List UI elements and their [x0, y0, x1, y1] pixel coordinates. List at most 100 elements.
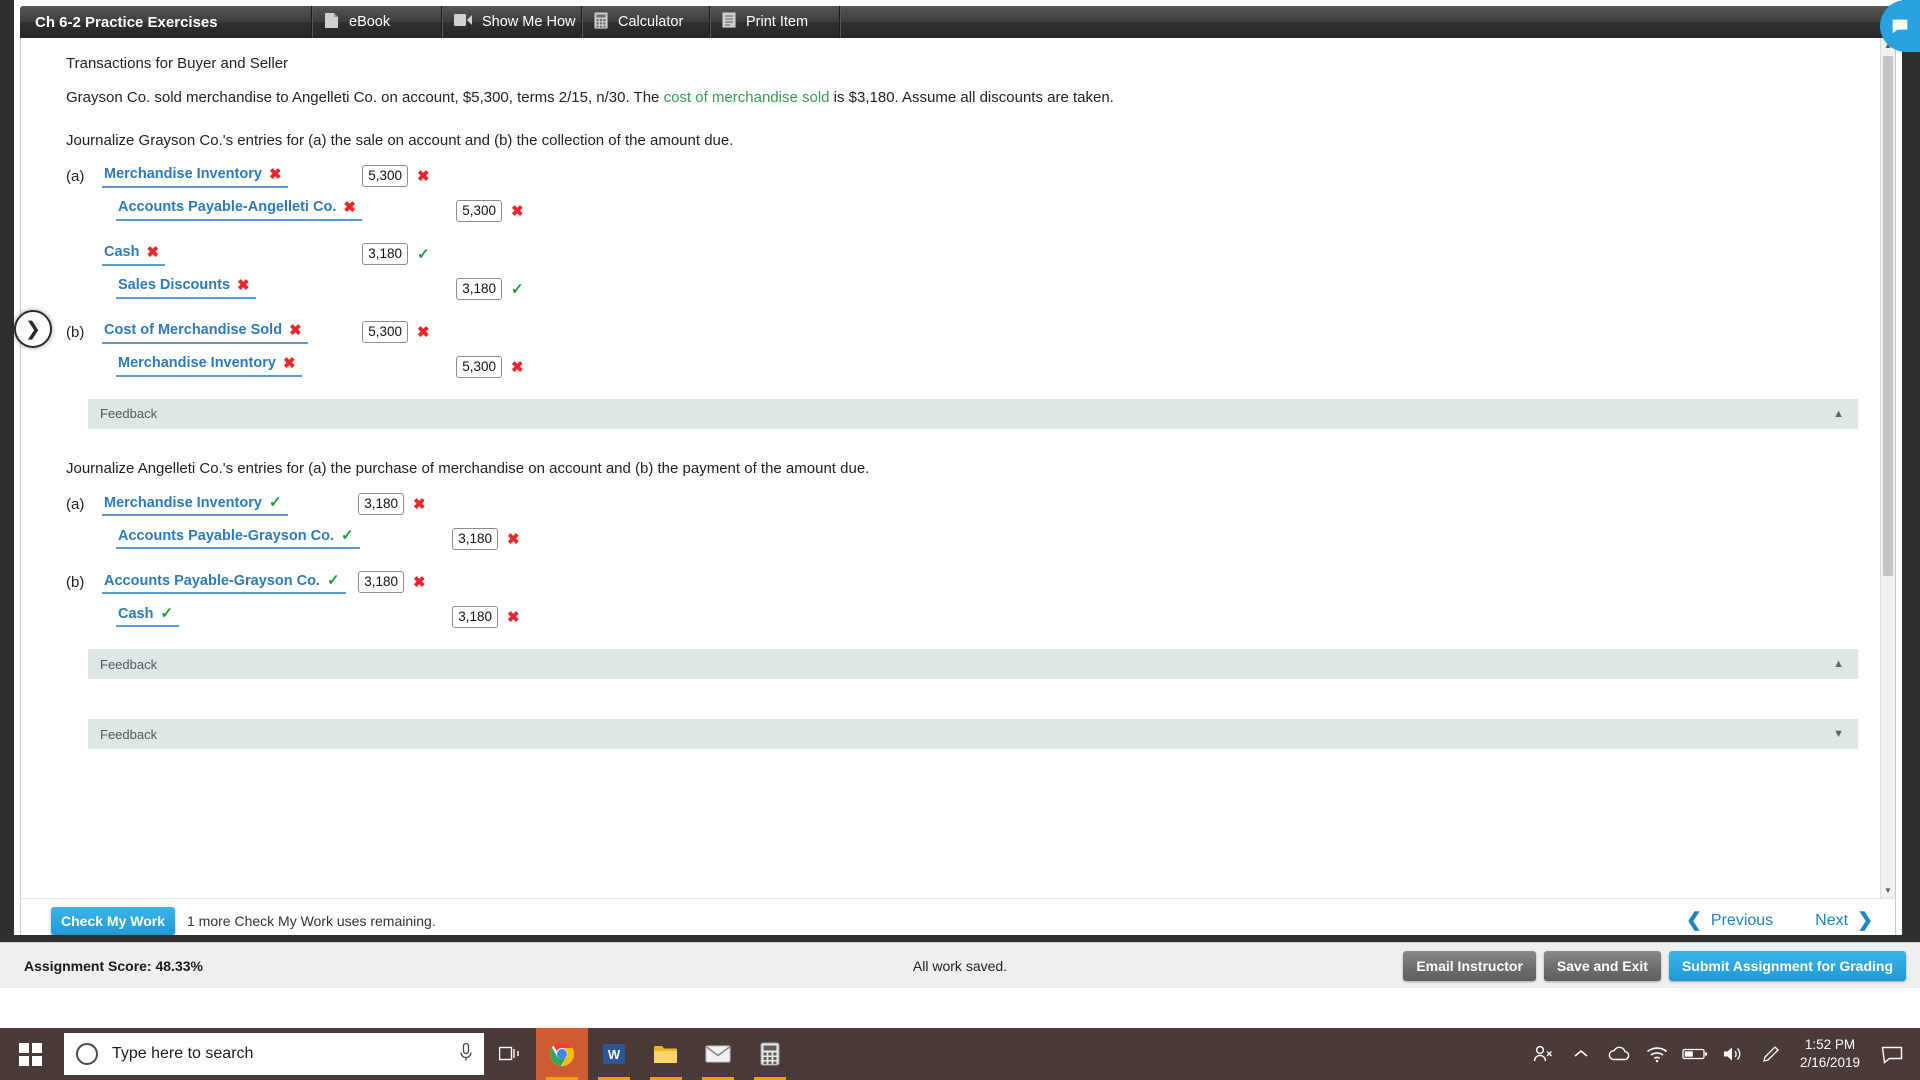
taskbar-file-explorer-icon[interactable] — [640, 1028, 692, 1080]
journal-row-credit: Cash ✓ 3,180 ✖ — [66, 604, 1880, 637]
cortana-icon — [76, 1043, 98, 1065]
check-my-work-note: 1 more Check My Work uses remaining. — [187, 912, 436, 929]
expand-panel-arrow-icon[interactable]: ❯ — [14, 310, 52, 348]
cost-of-merchandise-sold-link[interactable]: cost of merchandise sold — [664, 89, 830, 106]
chevron-up-icon[interactable]: ▲ — [1833, 408, 1844, 420]
toolbar-item-show-me-how[interactable]: Show Me How — [442, 6, 582, 38]
incorrect-icon: ✖ — [413, 574, 426, 591]
content-heading: Transactions for Buyer and Seller — [66, 55, 289, 72]
amount-input-credit[interactable]: 3,180 — [452, 528, 498, 550]
account-select-credit[interactable]: Accounts Payable-Angelleti Co. ✖ — [116, 198, 362, 221]
next-button[interactable]: Next ❯ — [1815, 909, 1873, 932]
volume-icon[interactable] — [1714, 1028, 1752, 1080]
previous-button[interactable]: ❮ Previous — [1686, 909, 1773, 932]
entry-letter-spacer — [66, 354, 88, 357]
clock-time: 1:52 PM — [1804, 1036, 1856, 1052]
windows-taskbar: Type here to search W 1:52 PM 2/16/2019 — [0, 1028, 1920, 1080]
chevron-left-icon: ❮ — [1686, 910, 1702, 931]
submit-assignment-button[interactable]: Submit Assignment for Grading — [1668, 950, 1906, 981]
account-select-debit[interactable]: Merchandise Inventory ✖ — [102, 165, 288, 188]
amount-input-debit[interactable]: 3,180 — [362, 242, 408, 265]
amount-input-credit[interactable]: 5,300 — [456, 199, 502, 222]
all-work-saved-text: All work saved. — [912, 957, 1008, 974]
toolbar-item-print-item[interactable]: Print Item — [710, 6, 840, 38]
calculator-icon — [594, 11, 608, 33]
account-select-debit[interactable]: Cost of Merchandise Sold ✖ — [102, 321, 308, 344]
action-center-icon[interactable] — [1870, 1028, 1914, 1080]
amount-input-debit[interactable]: 5,300 — [362, 164, 408, 187]
amount-input-debit[interactable]: 3,180 — [358, 571, 404, 593]
taskbar-mail-icon[interactable] — [692, 1028, 744, 1080]
amount-input-credit[interactable]: 3,180 — [452, 606, 498, 628]
battery-icon[interactable] — [1676, 1028, 1714, 1080]
feedback-bar[interactable]: Feedback ▼ — [88, 719, 1858, 749]
taskbar-word-icon[interactable]: W — [588, 1028, 640, 1080]
incorrect-icon: ✖ — [237, 276, 250, 294]
journal-entry-group: Cash ✖ 3,180 ✓ Sales Discounts ✖ 3,180 ✓ — [66, 242, 1880, 309]
entry-letter-spacer — [66, 526, 88, 529]
amount-cell-credit: 3,180 ✖ — [452, 528, 520, 550]
book-icon — [324, 12, 339, 33]
account-select-credit[interactable]: Accounts Payable-Grayson Co. ✓ — [116, 526, 360, 549]
amount-input-debit[interactable]: 5,300 — [362, 320, 408, 343]
account-select-debit[interactable]: Cash ✖ — [102, 243, 166, 266]
feedback-label: Feedback — [100, 726, 158, 742]
video-icon — [454, 13, 472, 31]
feedback-label: Feedback — [100, 406, 158, 422]
show-hidden-icons-chevron-up-icon[interactable] — [1562, 1028, 1600, 1080]
amount-cell-credit: 3,180 ✓ — [456, 277, 524, 300]
incorrect-icon: ✖ — [268, 165, 282, 183]
scrollbar-thumb[interactable] — [1883, 56, 1893, 576]
entry-letter: (a) — [66, 496, 85, 513]
start-button[interactable] — [0, 1028, 60, 1080]
toolbar-item-calculator[interactable]: Calculator — [582, 6, 710, 38]
navigation-links: ❮ Previous Next ❯ — [1686, 909, 1873, 932]
onedrive-cloud-icon[interactable] — [1600, 1028, 1638, 1080]
correct-icon: ✓ — [340, 527, 354, 544]
taskbar-chrome-icon[interactable] — [536, 1028, 588, 1080]
feedback-bar[interactable]: Feedback ▲ — [88, 649, 1858, 679]
windows-logo-icon — [18, 1042, 42, 1066]
wifi-icon[interactable] — [1638, 1028, 1676, 1080]
incorrect-icon: ✖ — [343, 198, 356, 216]
entry-letter: (b) — [66, 323, 85, 341]
svg-text:W: W — [608, 1047, 621, 1062]
account-select-debit[interactable]: Merchandise Inventory ✓ — [102, 493, 288, 516]
scroll-down-icon[interactable]: ▼ — [1881, 883, 1895, 898]
assignment-score: Assignment Score: 48.33% — [24, 957, 203, 974]
assignment-page: Ch 6-2 Practice Exercises eBook Show Me … — [0, 0, 1920, 988]
content-scrollbar[interactable]: ▲ ▼ — [1880, 38, 1895, 898]
journal-row-credit: Accounts Payable-Angelleti Co. ✖ 5,300 ✖ — [66, 198, 1880, 231]
task-view-icon[interactable] — [484, 1028, 536, 1080]
taskbar-search[interactable]: Type here to search — [64, 1033, 484, 1075]
check-my-work-button[interactable]: Check My Work — [51, 906, 175, 935]
journal-row-debit: (a) Merchandise Inventory ✖ 5,300 ✖ — [66, 164, 1880, 198]
account-select-credit[interactable]: Cash ✓ — [116, 604, 180, 627]
taskbar-clock[interactable]: 1:52 PM 2/16/2019 — [1790, 1036, 1870, 1072]
microphone-icon[interactable] — [458, 1042, 474, 1067]
journal-row-debit: (b) Accounts Payable-Grayson Co. ✓ 3,180… — [66, 571, 1880, 604]
journal-row-credit: Merchandise Inventory ✖ 5,300 ✖ — [66, 354, 1880, 387]
taskbar-calculator-icon[interactable] — [744, 1028, 796, 1080]
people-icon[interactable] — [1524, 1028, 1562, 1080]
feedback-bar[interactable]: Feedback ▲ — [88, 398, 1858, 429]
amount-cell-credit: 5,300 ✖ — [456, 355, 524, 378]
amount-cell-credit: 5,300 ✖ — [456, 199, 524, 222]
amount-cell-debit: 3,180 ✓ — [362, 242, 430, 265]
account-select-credit[interactable]: Merchandise Inventory ✖ — [116, 354, 302, 377]
chevron-up-icon[interactable]: ▲ — [1833, 658, 1844, 670]
toolbar-item-ebook[interactable]: eBook — [312, 6, 442, 38]
amount-input-credit[interactable]: 3,180 — [456, 277, 502, 300]
amount-input-debit[interactable]: 3,180 — [358, 493, 404, 515]
journal-row-credit: Sales Discounts ✖ 3,180 ✓ — [66, 276, 1880, 309]
account-name: Merchandise Inventory — [118, 355, 276, 372]
account-select-debit[interactable]: Accounts Payable-Grayson Co. ✓ — [102, 571, 346, 594]
email-instructor-button[interactable]: Email Instructor — [1403, 950, 1536, 981]
incorrect-icon: ✖ — [146, 243, 160, 261]
chevron-down-icon[interactable]: ▼ — [1833, 728, 1844, 740]
amount-input-credit[interactable]: 5,300 — [456, 355, 502, 378]
save-and-exit-button[interactable]: Save and Exit — [1543, 950, 1661, 981]
pen-icon[interactable] — [1752, 1028, 1790, 1080]
account-select-credit[interactable]: Sales Discounts ✖ — [116, 276, 256, 299]
next-label: Next — [1815, 911, 1849, 929]
